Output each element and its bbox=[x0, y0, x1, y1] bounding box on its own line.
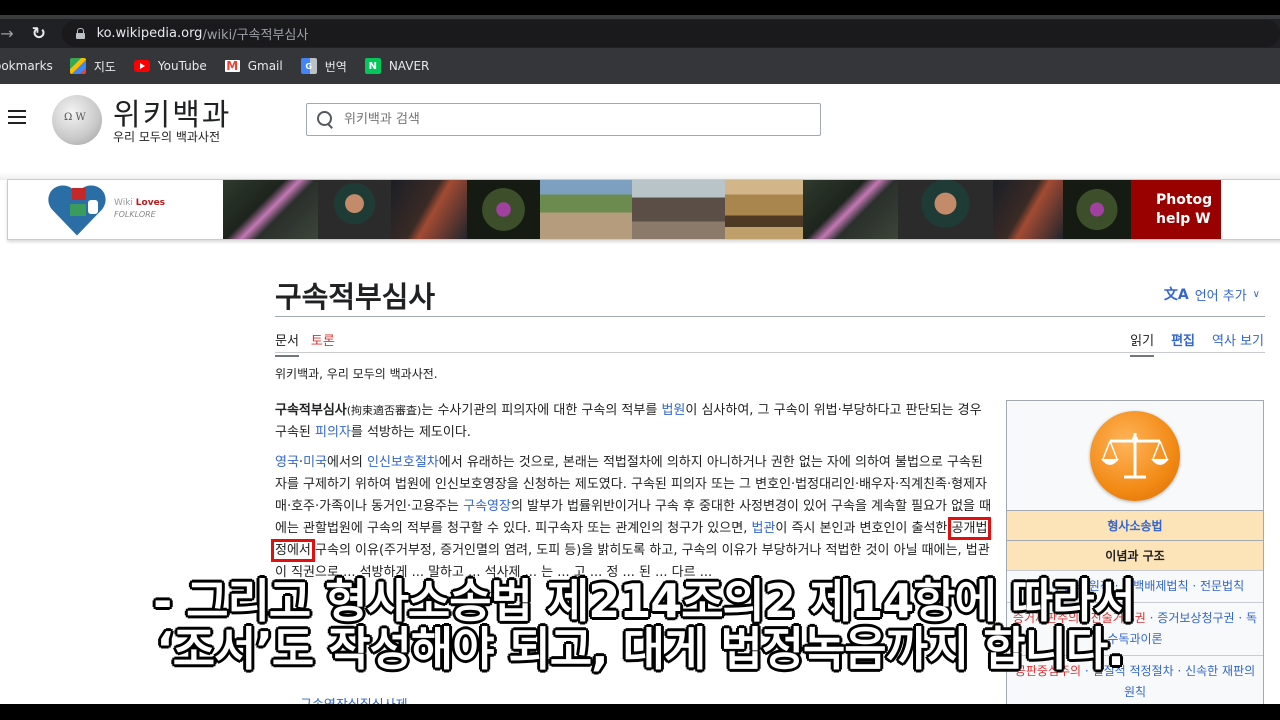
screen-bottom-border bbox=[0, 704, 1280, 720]
banner-photo bbox=[898, 180, 993, 239]
banner-photo bbox=[318, 180, 391, 239]
wlf-wiki: Wiki bbox=[114, 198, 133, 208]
bookmark-label: Gmail bbox=[247, 59, 283, 73]
puzzle-heart-icon bbox=[48, 184, 106, 236]
site-tagline: 우리 모두의 백과사전 bbox=[113, 130, 220, 144]
reload-icon[interactable]: ↻ bbox=[28, 23, 50, 45]
bookmark-naver[interactable]: N NAVER bbox=[364, 58, 430, 74]
bookmark-label: ookmarks bbox=[0, 59, 53, 73]
infobox-title[interactable]: 형사소송법 bbox=[1007, 510, 1263, 540]
naver-icon: N bbox=[364, 58, 381, 74]
language-icon: 文A bbox=[1163, 287, 1189, 303]
add-language-button[interactable]: 文A 언어 추가 ∨ bbox=[1164, 284, 1260, 304]
infobox-section-header: 이념과 구조 bbox=[1007, 540, 1263, 570]
browser-toolbar: → ↻ ko.wikipedia.org/wiki/구속적부심사 bbox=[0, 19, 1280, 48]
bookmark-label: 번역 bbox=[324, 59, 347, 74]
link-next-section[interactable]: 구속영장실질심사제 bbox=[300, 694, 408, 704]
text: 에서의 bbox=[326, 455, 367, 470]
page-title: 구속적부심사 bbox=[275, 280, 436, 314]
hanja: (拘束適否審査) bbox=[346, 404, 422, 417]
infobox-image bbox=[1007, 401, 1263, 510]
video-subtitle: - 그리고 형사소송법 제214조의2 제14항에 따라서 ‘조서’도 작성해야… bbox=[0, 574, 1280, 676]
url-host: ko.wikipedia.org bbox=[96, 26, 203, 41]
bookmark-maps[interactable]: 지도 bbox=[69, 58, 116, 75]
text: 이 즉시 본인과 변호인이 출석한 bbox=[775, 521, 952, 536]
main-menu-icon[interactable] bbox=[8, 110, 26, 124]
term-bold: 구속적부심사 bbox=[275, 403, 347, 418]
bookmark-all-bookmarks[interactable]: ookmarks bbox=[0, 59, 53, 73]
chevron-down-icon: ∨ bbox=[1252, 288, 1260, 300]
subtitle-line: - 그리고 형사소송법 제214조의2 제14항에 따라서 bbox=[152, 574, 1137, 628]
link-suspect[interactable]: 피의자 bbox=[315, 425, 351, 440]
banner-photo bbox=[467, 180, 540, 239]
add-language-label: 언어 추가 bbox=[1194, 288, 1247, 304]
screen-top-border bbox=[0, 0, 1280, 15]
maps-icon bbox=[69, 58, 86, 74]
address-bar[interactable]: ko.wikipedia.org/wiki/구속적부심사 bbox=[61, 20, 1280, 47]
title-divider bbox=[275, 316, 1265, 317]
banner-photo bbox=[391, 180, 467, 239]
banner-cta-line: Photog bbox=[1156, 192, 1213, 208]
link-judge[interactable]: 법관 bbox=[751, 521, 775, 536]
bookmark-gmail[interactable]: M Gmail bbox=[224, 59, 283, 73]
banner-photo bbox=[725, 180, 803, 239]
url-path: /wiki/구속적부심사 bbox=[202, 28, 309, 43]
bookmark-label: NAVER bbox=[388, 59, 430, 73]
text: 는 수사기관의 피의자에 대한 구속의 적부를 bbox=[421, 403, 662, 418]
banner-cta-line: help W bbox=[1156, 211, 1211, 227]
banner-photo bbox=[540, 180, 632, 239]
translate-icon: G bbox=[300, 58, 317, 74]
link-habeas-corpus[interactable]: 인신보호절차 bbox=[367, 455, 439, 470]
paragraph: 구속적부심사(拘束適否審査)는 수사기관의 피의자에 대한 구속의 적부를 법원… bbox=[275, 400, 995, 444]
tabs-divider bbox=[275, 352, 1265, 353]
banner-photo bbox=[632, 180, 725, 239]
banner-photo bbox=[803, 180, 898, 239]
wlf-folklore: FOLKLORE bbox=[114, 210, 156, 219]
banner-photo bbox=[223, 180, 318, 239]
search-input[interactable] bbox=[344, 112, 784, 127]
youtube-icon bbox=[133, 60, 150, 72]
bookmark-youtube[interactable]: YouTube bbox=[133, 59, 207, 73]
wlf-logo: Wiki Loves FOLKLORE bbox=[8, 180, 223, 239]
wlf-text: Wiki Loves FOLKLORE bbox=[114, 198, 165, 221]
bookmark-translate[interactable]: G 번역 bbox=[300, 58, 347, 75]
lock-icon[interactable] bbox=[75, 28, 85, 39]
banner-cta[interactable]: Photog help W bbox=[1131, 180, 1221, 239]
search-icon bbox=[317, 111, 334, 128]
link-uk[interactable]: 영국 bbox=[275, 455, 299, 470]
link-usa[interactable]: 미국 bbox=[303, 455, 327, 470]
forward-arrow-icon[interactable]: → bbox=[0, 23, 18, 45]
wlf-loves: Loves bbox=[135, 198, 166, 208]
site-sub: 위키백과, 우리 모두의 백과사전. bbox=[275, 367, 438, 381]
link-arrest-warrant[interactable]: 구속영장 bbox=[463, 499, 511, 514]
banner-photo bbox=[1063, 180, 1131, 239]
scales-of-justice-icon bbox=[1090, 410, 1180, 501]
wikipedia-logo-icon[interactable] bbox=[52, 95, 102, 145]
banner-photo bbox=[993, 180, 1063, 239]
search-box[interactable] bbox=[306, 103, 821, 136]
text: 를 석방하는 제도이다. bbox=[350, 425, 471, 440]
gmail-icon: M bbox=[224, 59, 240, 73]
paragraph: 영국·미국에서의 인신보호절차에서 유래하는 것으로, 본래는 적법절차에 의하… bbox=[270, 452, 995, 584]
wiki-loves-folklore-banner[interactable]: Wiki Loves FOLKLORE Photog help W bbox=[7, 179, 1280, 240]
subtitle-line: ‘조서’도 작성해야 되고, 대게 법정녹음까지 합니다. bbox=[155, 622, 1125, 676]
article-body: 구속적부심사(拘束適否審査)는 수사기관의 피의자에 대한 구속의 적부를 법원… bbox=[270, 400, 995, 592]
link-court[interactable]: 법원 bbox=[661, 403, 685, 418]
bookmark-label: YouTube bbox=[157, 59, 207, 73]
bookmark-label: 지도 bbox=[93, 59, 116, 74]
bookmarks-bar: ookmarks 지도 YouTube M Gmail G 번역 N NAVER bbox=[0, 48, 1280, 84]
